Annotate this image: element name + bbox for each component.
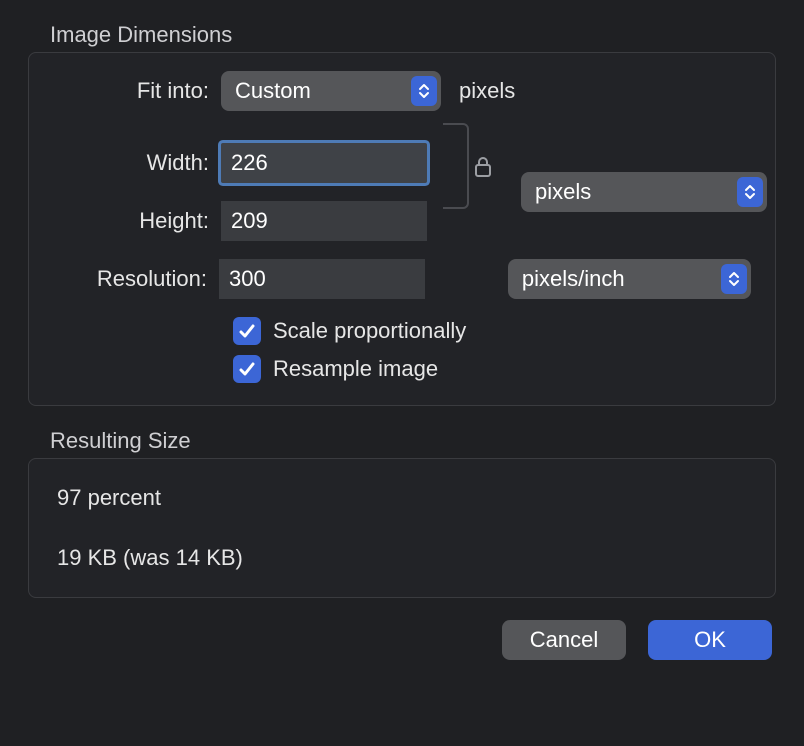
width-input[interactable] <box>221 143 427 183</box>
image-dimensions-label: Image Dimensions <box>50 22 776 48</box>
fit-into-value: Custom <box>235 78 311 104</box>
lock-icon[interactable] <box>473 155 493 185</box>
resample-image-label: Resample image <box>273 356 438 382</box>
width-label: Width: <box>53 150 221 176</box>
result-size: 19 KB (was 14 KB) <box>57 545 747 571</box>
updown-icon <box>411 76 437 106</box>
scale-proportionally-label: Scale proportionally <box>273 318 466 344</box>
height-input[interactable] <box>221 201 427 241</box>
result-percent: 97 percent <box>57 485 747 511</box>
resample-image-checkbox[interactable] <box>233 355 261 383</box>
resulting-size-label: Resulting Size <box>50 428 776 454</box>
updown-icon <box>721 264 747 294</box>
resolution-label: Resolution: <box>53 266 219 292</box>
fit-into-label: Fit into: <box>53 78 221 104</box>
resolution-unit-value: pixels/inch <box>522 266 625 292</box>
height-label: Height: <box>53 208 221 234</box>
cancel-button[interactable]: Cancel <box>502 620 626 660</box>
link-bracket <box>443 123 469 209</box>
wh-unit-select[interactable]: pixels <box>521 172 767 212</box>
updown-icon <box>737 177 763 207</box>
fit-into-select[interactable]: Custom <box>221 71 441 111</box>
resolution-input[interactable] <box>219 259 425 299</box>
scale-proportionally-checkbox[interactable] <box>233 317 261 345</box>
ok-button[interactable]: OK <box>648 620 772 660</box>
wh-unit-value: pixels <box>535 179 591 205</box>
fit-into-unit: pixels <box>459 78 515 104</box>
adjust-size-dialog: Image Dimensions Fit into: Custom pixels… <box>0 0 804 682</box>
image-dimensions-group: Fit into: Custom pixels Width: <box>28 52 776 406</box>
resolution-unit-select[interactable]: pixels/inch <box>508 259 751 299</box>
resulting-size-group: 97 percent 19 KB (was 14 KB) <box>28 458 776 598</box>
